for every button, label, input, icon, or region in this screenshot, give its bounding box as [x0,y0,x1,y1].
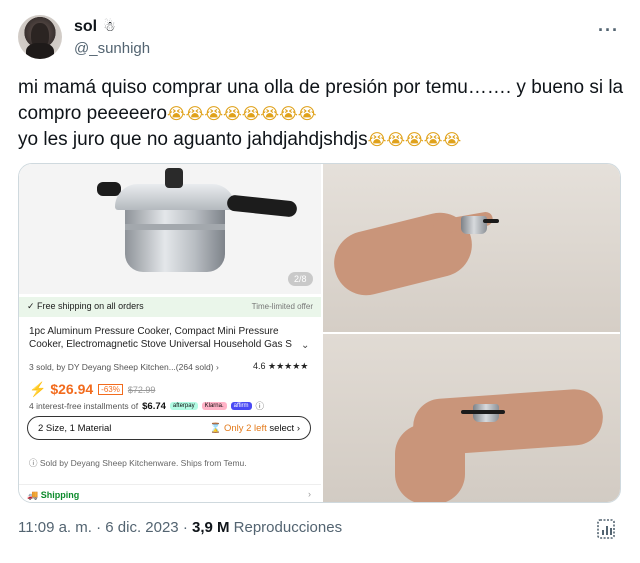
product-title: 1pc Aluminum Pressure Cooker, Compact Mi… [29,325,299,351]
old-price: $72.99 [127,384,156,395]
free-shipping-label: ✓ Free shipping on all orders [27,301,144,311]
free-shipping-bar: ✓ Free shipping on all orders Time-limit… [19,297,321,317]
pot-body [125,202,225,272]
only-left-label: ⌛ Only 2 left [209,423,267,434]
tweet-footer: 11:09 a. m. · 6 dic. 2023 · 3,9 M Reprod… [18,519,342,536]
price-row: ⚡ $26.94 -63% $72.99 [29,381,155,398]
installments-amount: $6.74 [142,400,166,412]
shipping-arrow-icon: › [308,489,311,499]
avatar[interactable] [18,15,62,59]
pot-band [125,224,225,230]
media-grid[interactable]: 2/8 ✓ Free shipping on all orders Time-l… [18,163,621,503]
pot-handle [226,194,298,218]
variant-selector: 2 Size, 1 Material ⌛ Only 2 left select … [27,416,311,440]
product-screenshot[interactable]: 2/8 ✓ Free shipping on all orders Time-l… [19,164,321,502]
discount-badge: -63% [98,384,123,395]
affirm-logo: affirm [230,402,252,410]
display-name[interactable]: sol [74,18,97,36]
tweet-text: mi mamá quiso comprar una olla de presió… [18,75,623,153]
timestamp[interactable]: 11:09 a. m. · 6 dic. 2023 · [18,519,192,536]
mini-cooker-handle [483,219,499,223]
tweet-line-3: yo les juro que no aguanto jahdjahdjshdj… [18,127,623,153]
views-label: Reproducciones [229,519,343,536]
installments: 4 interest-free installments of $6.74 af… [29,400,264,412]
views-count: 3,9 M [191,519,230,536]
name-row: sol ☃ [74,18,116,36]
afterpay-logo: afterpay [169,402,198,410]
rating: 4.6 ★★★★★ [253,361,308,372]
pot-side-handle [97,182,121,196]
installments-text: 4 interest-free installments of [29,401,139,411]
snowman-emoji: ☃ [103,19,116,35]
tweet-line-1: mi mamá quiso comprar una olla de presió… [18,77,624,98]
pot-knob [165,168,183,188]
tweet-header: sol ☃ @_sunhigh ··· [0,0,640,70]
tweet-line-2-text: compro peeeeero [18,103,167,124]
variant-label: 2 Size, 1 Material [38,423,112,434]
shipping-label: 🚚 Shipping [27,490,80,500]
shipping-row: 🚚 Shipping › [19,484,321,502]
tweet-line-3-text: yo les juro que no aguanto jahdjahdjshdj… [18,129,368,150]
photo-mini-cooker-fingers[interactable] [323,164,620,332]
info-icon: ⓘ [255,401,265,411]
time-limited-label: Time-limited offer [251,302,313,311]
price: ⚡ $26.94 [29,381,94,397]
photo-mini-cooker-palm[interactable] [323,334,620,502]
tweet-line-2: compro peeeeero😭😭😭😭😭😭😭😭 [18,101,623,127]
variant-right: ⌛ Only 2 left select › [209,423,300,434]
crying-emoji-row: 😭😭😭😭😭 [367,130,462,149]
product-title-line: 1pc Aluminum Pressure Cooker, Compact Mi… [29,326,279,337]
select-label: select › [269,423,300,434]
avatar-body [26,43,54,59]
user-handle[interactable]: @_sunhigh [74,40,150,57]
klarna-logo: Klarna. [201,402,227,410]
mini-cooker-handle [461,410,505,414]
star-icons: ★★★★★ [268,361,309,371]
chevron-down-icon: ⌄ [301,340,310,351]
more-dots-icon[interactable]: ··· [598,20,619,41]
sold-info: 3 sold, by DY Deyang Sheep Kitchen...(26… [29,362,219,372]
image-pager: 2/8 [288,272,313,286]
sold-by-info: ⓘ Sold by Deyang Sheep Kitchenware. Ship… [29,458,247,468]
rating-value: 4.6 [253,361,266,371]
product-image: 2/8 [19,164,321,294]
analytics-icon[interactable] [597,518,617,542]
product-title-line: Cooker, Electromagnetic Stove Universal … [29,339,292,350]
crying-emoji-row: 😭😭😭😭😭😭😭😭 [166,104,317,123]
wrist [395,424,465,502]
